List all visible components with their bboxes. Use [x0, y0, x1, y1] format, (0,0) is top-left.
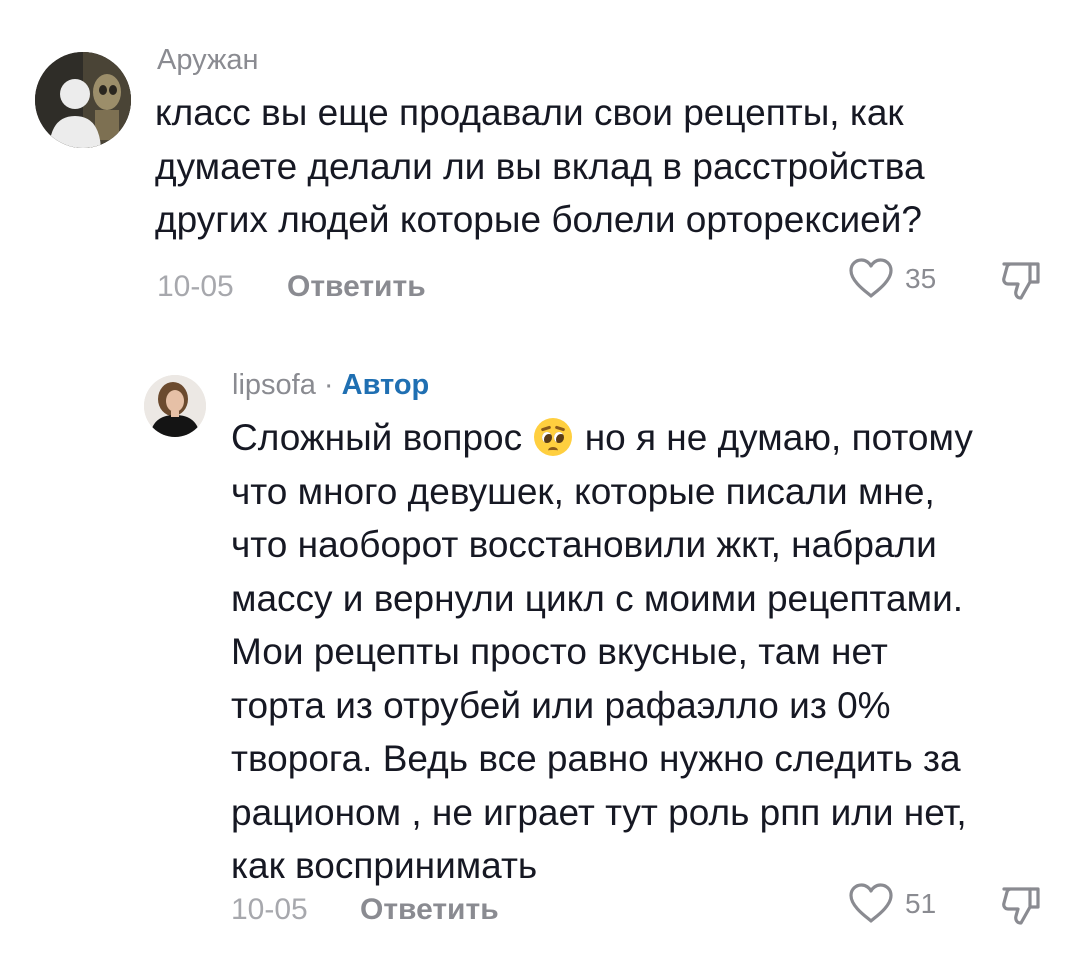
comment-text-fragment: Сложный вопрос [231, 417, 523, 458]
avatar-image [35, 52, 131, 148]
comment-text-line: что наоборот восстановили жкт, набрали [231, 524, 937, 565]
comment-date: 10-05 [157, 270, 234, 303]
comment-item: Аружан класс вы еще продавали свои рецеп… [0, 0, 1080, 330]
comment-text: класс вы еще продавали свои рецепты, как… [155, 86, 925, 247]
comment-text-line: думаете делали ли вы вклад в расстройств… [155, 145, 925, 187]
heart-icon[interactable] [848, 257, 894, 299]
comment-text-line: класс вы еще продавали свои рецепты, как [155, 92, 904, 133]
separator-dot: · [323, 369, 334, 401]
heart-icon[interactable] [848, 882, 894, 924]
like-count: 35 [905, 263, 937, 294]
avatar[interactable] [144, 375, 206, 437]
avatar[interactable] [35, 52, 131, 148]
username-text[interactable]: lipsofa [232, 369, 316, 401]
reply-button[interactable]: Ответить [287, 270, 426, 304]
comment-text-line: других людей которые болели орторексией? [155, 199, 922, 240]
pleading-face-icon [534, 418, 573, 456]
thumbs-down-icon[interactable] [1000, 258, 1042, 302]
comment-text-line: торта из отрубей или рафаэлло из 0% [231, 684, 891, 726]
comment-username[interactable]: Аружан [157, 44, 259, 77]
comment-text-line: Сложный вопрос но я не думаю, потому [231, 411, 973, 465]
comment-username: lipsofa · Автор [232, 369, 429, 402]
comment-text-line: Мои рецепты просто вкусные, там нет [231, 631, 888, 672]
comment-date: 10-05 [231, 893, 308, 926]
like-count: 51 [905, 888, 937, 919]
comment-text-line: массу и вернули цикл с моими рецептами. [231, 577, 964, 619]
author-badge: Автор [341, 369, 430, 401]
comment-text-fragment: но я не думаю, потому [584, 417, 973, 458]
comment-text-line: что много девушек, которые писали мне, [231, 470, 935, 512]
avatar-image [144, 375, 206, 437]
comment-text: Сложный вопрос но я не думаю, потому что… [231, 411, 973, 893]
thumbs-down-icon[interactable] [1000, 883, 1042, 927]
comment-item: lipsofa · Автор Сложный вопрос но я не д… [0, 355, 1080, 963]
reply-button[interactable]: Ответить [360, 893, 499, 927]
comment-text-line: рационом , не играет тут роль рпп или не… [231, 791, 967, 833]
comment-text-line: творога. Ведь все равно нужно следить за [231, 738, 961, 779]
